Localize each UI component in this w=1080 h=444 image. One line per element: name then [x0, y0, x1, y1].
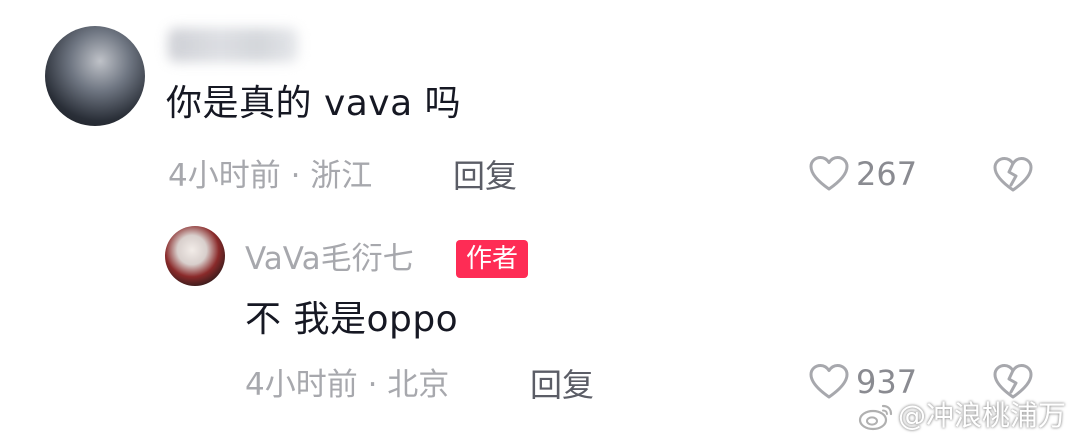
broken-heart-icon [993, 364, 1033, 399]
reply-text: 不 我是oppo [245, 299, 459, 340]
like-count: 937 [856, 363, 918, 401]
dislike-button[interactable] [992, 362, 1034, 402]
author-badge: 作者 [456, 240, 529, 278]
commenter-avatar[interactable] [45, 26, 145, 126]
broken-heart-icon [993, 157, 1033, 192]
reply-button[interactable]: 回复 [453, 158, 517, 194]
reply-time-location: 4小时前 · 北京 [245, 367, 450, 403]
like-button[interactable]: 937 [808, 362, 917, 402]
like-count: 267 [856, 155, 918, 193]
comment-time-location: 4小时前 · 浙江 [168, 158, 373, 194]
watermark-text: @冲浪桃浦万 [898, 399, 1067, 432]
watermark: @冲浪桃浦万 [858, 398, 1066, 434]
heart-outline-icon [809, 364, 849, 399]
author-username[interactable]: VaVa毛衍七 [245, 241, 414, 277]
like-button[interactable]: 267 [808, 154, 917, 194]
blurred-username [168, 28, 298, 62]
heart-outline-icon [809, 156, 849, 191]
weibo-logo-icon [858, 404, 893, 431]
author-avatar[interactable] [165, 226, 225, 286]
reply-button[interactable]: 回复 [530, 367, 594, 403]
comment-text: 你是真的 vava 吗 [166, 83, 462, 124]
dislike-button[interactable] [992, 155, 1034, 195]
